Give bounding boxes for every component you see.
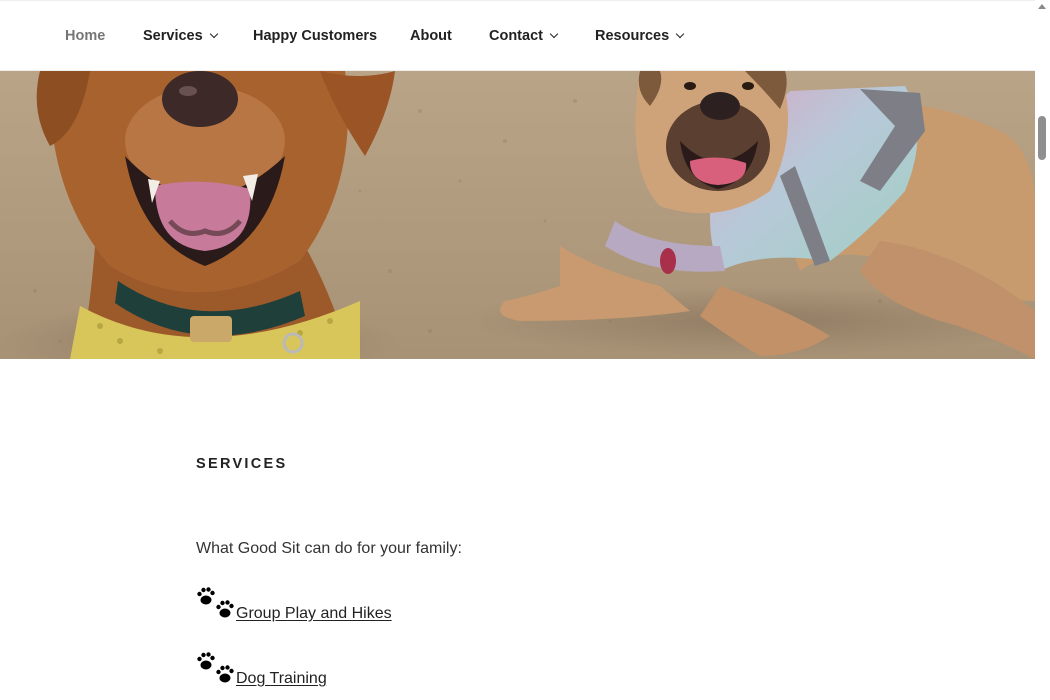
- nav-item-about[interactable]: About: [410, 28, 452, 44]
- scrollbar-thumb[interactable]: [1038, 116, 1046, 160]
- hero-image: [0, 71, 1035, 359]
- intro-text: What Good Sit can do for your family:: [196, 540, 462, 557]
- scroll-up-arrow-icon[interactable]: [1038, 4, 1046, 9]
- nav-item-contact[interactable]: Contact: [489, 28, 559, 44]
- nav-item-happy-customers[interactable]: Happy Customers: [253, 28, 377, 44]
- nav-item-services[interactable]: Services: [143, 28, 218, 44]
- nav-item-resources[interactable]: Resources: [595, 28, 685, 44]
- nav-item-label: Home: [65, 28, 106, 44]
- nav-item-label: Contact: [489, 28, 543, 44]
- dogs-photo: [0, 71, 1035, 359]
- page-title: SERVICES: [196, 456, 288, 472]
- chevron-down-icon: [675, 29, 685, 39]
- main-content: SERVICES What Good Sit can do for your f…: [196, 456, 836, 687]
- service-link-group-play[interactable]: Group Play and Hikes: [236, 605, 392, 623]
- chevron-down-icon: [549, 29, 559, 39]
- nav-item-label: Services: [143, 28, 203, 44]
- nav-item-label: About: [410, 28, 452, 44]
- nav-item-home[interactable]: Home: [65, 28, 105, 44]
- nav-item-label: Happy Customers: [253, 28, 378, 44]
- nav-item-label: Resources: [595, 28, 670, 44]
- service-link-dog-training[interactable]: Dog Training: [236, 670, 327, 688]
- main-navigation: Home Services Happy Customers About Cont…: [0, 0, 1035, 71]
- chevron-down-icon: [209, 29, 218, 39]
- paw-prints-icon: [197, 652, 234, 683]
- paw-prints-icon: [197, 587, 234, 618]
- vertical-scrollbar[interactable]: [1035, 0, 1050, 700]
- page: Home Services Happy Customers About Cont…: [0, 0, 1035, 700]
